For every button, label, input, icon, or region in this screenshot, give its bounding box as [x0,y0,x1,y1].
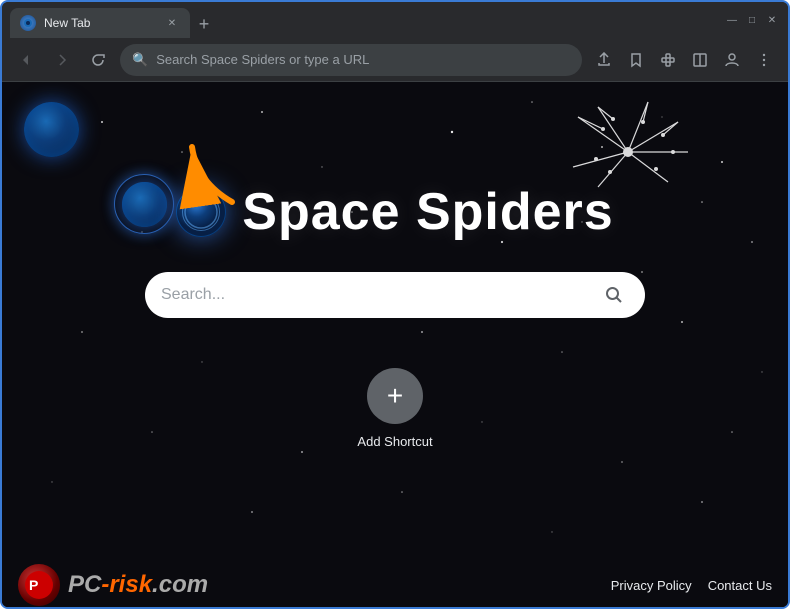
back-button[interactable] [12,46,40,74]
account-icon[interactable] [718,46,746,74]
forward-button[interactable] [48,46,76,74]
shortcut-label: Add Shortcut [357,434,432,449]
footer-logo: P PC -risk .com [18,564,208,606]
close-button[interactable]: ✕ [764,12,780,28]
browser-frame: New Tab ✕ + — □ ✕ 🔍 Search Space Spiders… [0,0,790,609]
active-tab[interactable]: New Tab ✕ [10,8,190,38]
brand-title: Space Spiders [242,182,613,242]
svg-text:P: P [29,577,38,593]
pcrisk-com: .com [152,571,208,599]
split-icon[interactable] [686,46,714,74]
page-content: Space Spiders Search... + Add Shortcut [2,82,788,607]
minimize-button[interactable]: — [724,12,740,28]
window-controls: — □ ✕ [724,12,780,28]
pcrisk-icon: P [18,564,60,606]
page-footer: P PC -risk .com Privacy Policy Contact U… [2,563,788,607]
shortcut-section: + Add Shortcut [357,368,432,449]
new-tab-button[interactable]: + [190,10,218,38]
footer-links: Privacy Policy Contact Us [611,578,772,593]
tab-close-button[interactable]: ✕ [164,15,180,31]
contact-us-link[interactable]: Contact Us [708,578,772,593]
privacy-policy-link[interactable]: Privacy Policy [611,578,692,593]
search-icon: 🔍 [132,52,148,68]
search-placeholder: Search... [161,286,589,304]
add-shortcut-button[interactable]: + [367,368,423,424]
bookmark-icon[interactable] [622,46,650,74]
tab-area: New Tab ✕ + [10,2,720,38]
toolbar: 🔍 Search Space Spiders or type a URL [2,38,788,82]
refresh-button[interactable] [84,46,112,74]
arrow-indicator [177,132,247,217]
blue-orb-1 [24,102,79,157]
address-text: Search Space Spiders or type a URL [156,52,570,67]
tab-favicon [20,15,36,31]
extension-icon[interactable] [654,46,682,74]
share-icon[interactable] [590,46,618,74]
pcrisk-risk: -risk [101,571,152,599]
tab-title: New Tab [44,16,156,30]
address-bar[interactable]: 🔍 Search Space Spiders or type a URL [120,44,582,76]
search-box[interactable]: Search... [145,272,645,318]
search-button[interactable] [599,280,629,310]
menu-icon[interactable] [750,46,778,74]
pcrisk-pc: PC [68,571,101,599]
maximize-button[interactable]: □ [744,12,760,28]
pcrisk-text-logo: PC -risk .com [68,571,208,599]
title-bar: New Tab ✕ + — □ ✕ [2,2,788,38]
toolbar-actions [590,46,778,74]
main-content: Space Spiders Search... + Add Shortcut [2,182,788,449]
